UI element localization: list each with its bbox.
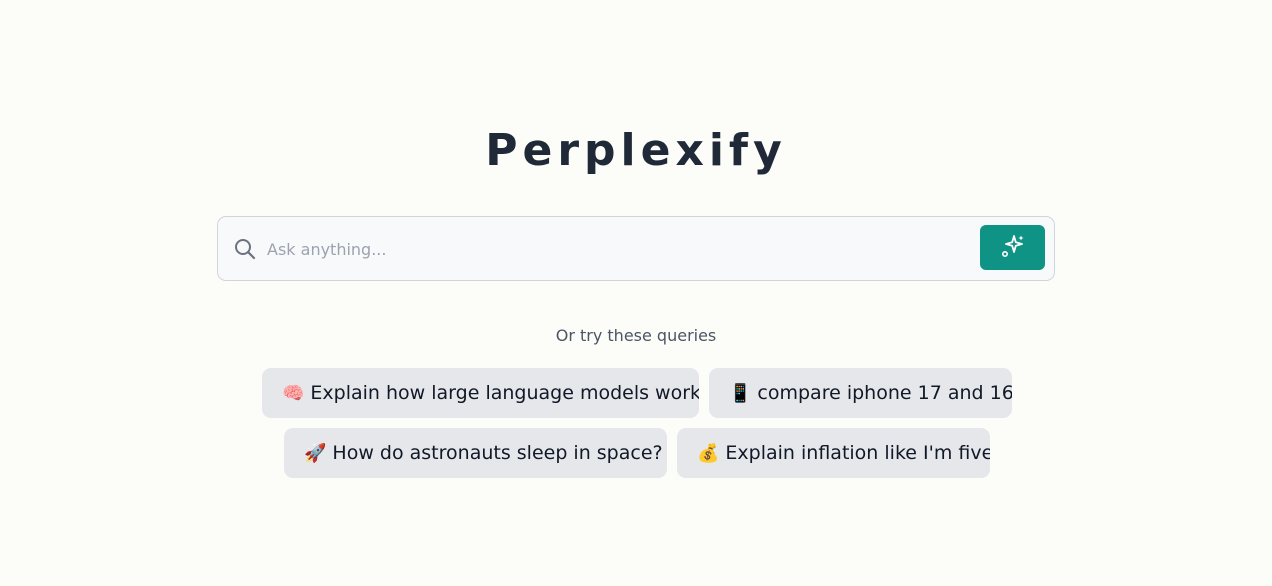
suggestions-heading: Or try these queries xyxy=(555,326,717,345)
suggestion-chip-inflation[interactable]: 💰 Explain inflation like I'm five xyxy=(677,428,990,478)
sparkles-icon xyxy=(1000,233,1026,262)
search-input[interactable] xyxy=(267,233,967,265)
rocket-icon: 🚀 xyxy=(304,442,327,464)
suggestion-label: Explain inflation like I'm five xyxy=(725,442,990,464)
app-title: Perplexify xyxy=(485,125,787,176)
suggestion-chip-iphone[interactable]: 📱 compare iphone 17 and 16 xyxy=(709,368,1012,418)
brain-icon: 🧠 xyxy=(282,382,305,404)
suggestion-label: Explain how large language models work xyxy=(310,382,699,404)
money-bag-icon: 💰 xyxy=(697,442,720,464)
suggestion-label: How do astronauts sleep in space? xyxy=(332,442,663,464)
search-icon xyxy=(233,237,257,261)
suggestion-chip-astronauts[interactable]: 🚀 How do astronauts sleep in space? xyxy=(284,428,667,478)
suggestion-label: compare iphone 17 and 16 xyxy=(757,382,1012,404)
search-bar[interactable] xyxy=(217,216,1055,281)
page: Perplexify Or try these queries 🧠 Explai… xyxy=(0,0,1272,586)
suggestion-chip-llm[interactable]: 🧠 Explain how large language models work xyxy=(262,368,699,418)
mobile-phone-icon: 📱 xyxy=(729,382,752,404)
submit-button[interactable] xyxy=(980,225,1045,270)
